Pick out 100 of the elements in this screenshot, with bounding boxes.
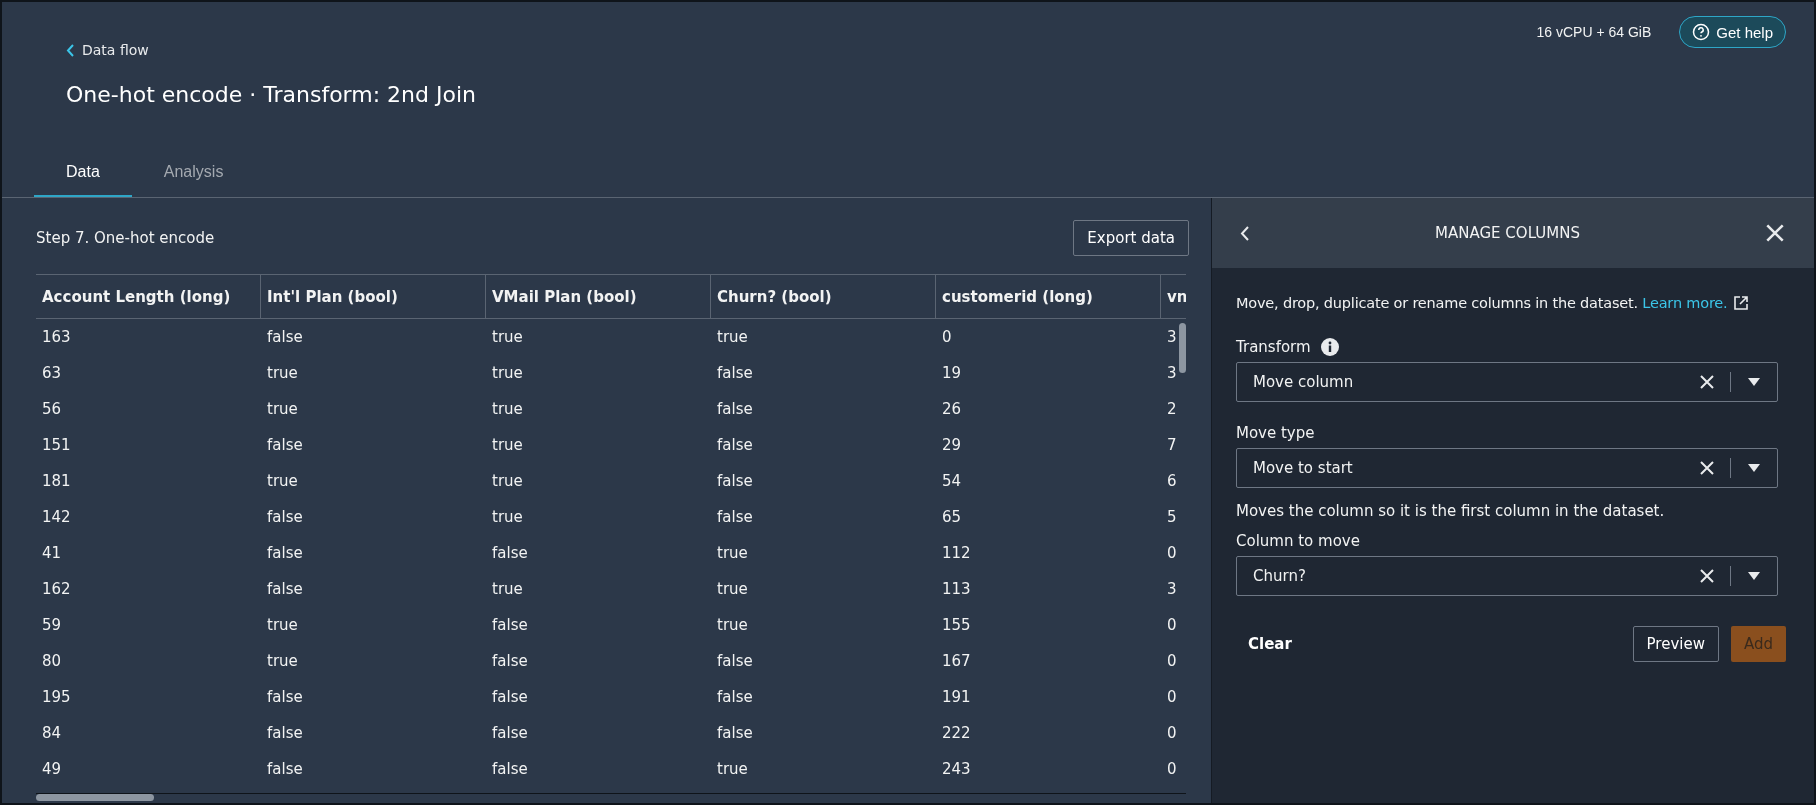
close-button[interactable] — [1766, 224, 1784, 242]
table-cell-text: true — [491, 328, 524, 346]
table-cell-text: true — [266, 616, 299, 634]
table-cell-text: 0 — [1166, 724, 1178, 742]
info-icon[interactable] — [1320, 338, 1339, 356]
field-label: Move type — [1236, 424, 1315, 442]
table-cell-text: 65 — [941, 508, 963, 526]
tab[interactable]: Data — [34, 151, 132, 197]
table-cell-text: 2 — [1166, 400, 1178, 418]
table-cell-text: 0 — [1166, 760, 1178, 778]
table-cell-text: false — [491, 616, 529, 634]
table-cell-text: 3 — [1166, 580, 1178, 598]
learn-more-link[interactable]: Learn more. — [1642, 292, 1750, 314]
table-cell-text: false — [491, 688, 529, 706]
table-cell-text: 163 — [41, 328, 72, 346]
table-cell-text: false — [716, 472, 754, 490]
table-cell-text: false — [716, 508, 754, 526]
table-cell-text: false — [266, 508, 304, 526]
table-cell-text: true — [491, 472, 524, 490]
table-cell-text: 113 — [941, 580, 972, 598]
back-link[interactable]: Data flow — [66, 42, 149, 58]
table-cell-text: false — [491, 724, 529, 742]
table-cell-text: true — [716, 616, 749, 634]
table-cell-text: 191 — [941, 688, 972, 706]
column-header[interactable]: Int'l Plan (bool) — [261, 275, 486, 318]
caret-down-icon — [1747, 377, 1761, 387]
table-cell-text: 80 — [41, 652, 63, 670]
table-cell-text: true — [716, 328, 749, 346]
table-cell-text: false — [716, 688, 754, 706]
table-cell-text: true — [491, 436, 524, 454]
select-field[interactable]: Move to start — [1236, 448, 1778, 488]
chevron-left-icon — [66, 43, 74, 57]
close-icon — [1700, 375, 1714, 389]
table-cell-text: 56 — [41, 400, 63, 418]
column-header[interactable]: Account Length (long) — [36, 275, 261, 318]
table-cell-text: true — [266, 472, 299, 490]
table-cell-text: 26 — [941, 400, 963, 418]
select-field[interactable]: Move column — [1236, 362, 1778, 402]
table-cell-text: true — [491, 364, 524, 382]
help-button[interactable]: Get help — [1679, 16, 1786, 48]
table-cell-text: true — [266, 364, 299, 382]
scrollbar-thumb[interactable] — [1179, 323, 1186, 373]
table-cell-text: 7 — [1166, 436, 1178, 454]
table-cell-text: 112 — [941, 544, 972, 562]
table-cell-text: true — [491, 580, 524, 598]
table-cell-text: 155 — [941, 616, 972, 634]
caret-down-icon — [1747, 571, 1761, 581]
table-cell-text: false — [491, 652, 529, 670]
table-cell-text: false — [266, 688, 304, 706]
back-button[interactable] — [1240, 225, 1249, 241]
table-cell-text: false — [266, 328, 304, 346]
table-cell-text: false — [716, 400, 754, 418]
select-field[interactable]: Churn? — [1236, 556, 1778, 596]
table-cell-text: 0 — [941, 328, 953, 346]
table-cell-text: true — [491, 508, 524, 526]
preview-button[interactable]: Preview — [1632, 626, 1719, 662]
table-cell-text: 162 — [41, 580, 72, 598]
table-cell-text: 84 — [41, 724, 63, 742]
table-cell-text: false — [716, 652, 754, 670]
table-cell-text: true — [716, 760, 749, 778]
panel-title: MANAGE COLUMNS — [1435, 224, 1580, 242]
column-header[interactable]: VMail Plan (bool) — [486, 275, 711, 318]
table-cell-text: false — [491, 760, 529, 778]
table-cell-text: false — [266, 436, 304, 454]
page-title: One-hot encode · Transform: 2nd Join — [66, 82, 477, 107]
table-cell-text: 3 — [1166, 364, 1178, 382]
close-icon — [1700, 569, 1714, 583]
close-icon — [1700, 461, 1714, 475]
table-cell-text: false — [716, 724, 754, 742]
table-cell-text: 167 — [941, 652, 972, 670]
table-cell-text: false — [266, 580, 304, 598]
table-cell-text: 0 — [1166, 544, 1178, 562]
instance-label: 16 vCPU + 64 GiB — [1536, 24, 1652, 40]
table-cell-text: 6 — [1166, 472, 1178, 490]
table-cell-text: 222 — [941, 724, 972, 742]
table-cell-text: 3 — [1166, 328, 1178, 346]
column-header[interactable]: customerid (long) — [936, 275, 1161, 318]
table-cell-text: 41 — [41, 544, 63, 562]
export-button[interactable]: Export data — [1073, 220, 1189, 256]
close-icon — [1766, 224, 1784, 242]
column-header[interactable]: Churn? (bool) — [711, 275, 936, 318]
table-cell-text: 195 — [41, 688, 72, 706]
table-cell-text: 29 — [941, 436, 963, 454]
table-cell-text: 0 — [1166, 616, 1178, 634]
table-cell-text: true — [716, 580, 749, 598]
panel-description: Move, drop, duplicate or rename columns in the dataset. Learn more. — [1236, 292, 1778, 314]
table-cell-text: false — [266, 760, 304, 778]
table-cell-text: 19 — [941, 364, 963, 382]
table-cell-text: false — [266, 544, 304, 562]
clear-button[interactable]: Clear — [1236, 627, 1304, 661]
tab[interactable]: Analysis — [131, 151, 256, 197]
table-cell-text: true — [716, 544, 749, 562]
chevron-left-icon — [1240, 225, 1249, 241]
field-hint: Moves the column so it is the first column in the dataset. — [1236, 502, 1666, 520]
scrollbar-thumb[interactable] — [36, 794, 154, 801]
table-cell-text: false — [716, 436, 754, 454]
table-cell-text: 59 — [41, 616, 63, 634]
external-link-icon — [1733, 295, 1750, 311]
column-header[interactable]: vn — [1161, 275, 1186, 318]
caret-down-icon — [1747, 463, 1761, 473]
